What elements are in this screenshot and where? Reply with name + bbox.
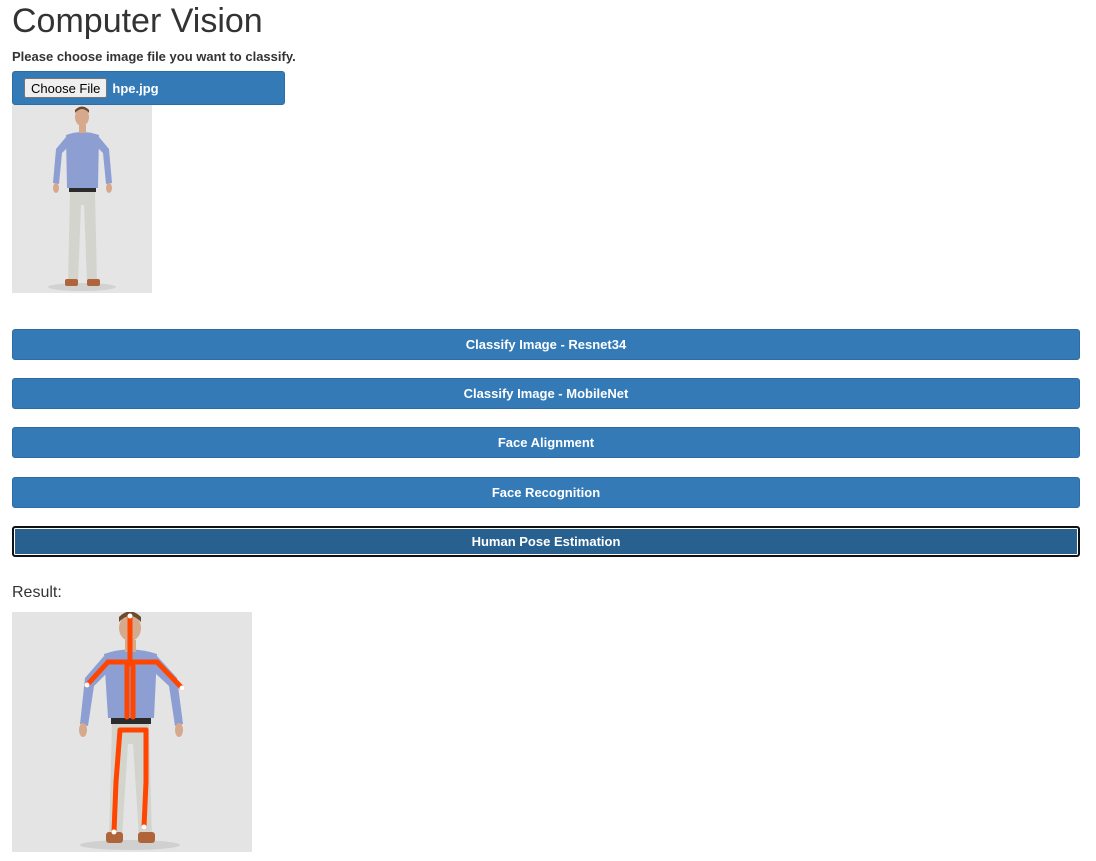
face-alignment-button[interactable]: Face Alignment — [12, 427, 1080, 458]
choose-file-button[interactable]: Choose File — [24, 78, 108, 98]
upload-instruction: Please choose image file you want to cla… — [12, 49, 296, 64]
file-input[interactable]: Choose File hpe.jpg — [12, 71, 285, 105]
page-title: Computer Vision — [12, 2, 263, 40]
result-label: Result: — [12, 584, 62, 601]
result-pose-image — [12, 612, 252, 852]
face-recognition-button[interactable]: Face Recognition — [12, 477, 1080, 508]
human-pose-estimation-button[interactable]: Human Pose Estimation — [12, 526, 1080, 557]
selected-file-name: hpe.jpg — [112, 80, 159, 96]
classify-mobilenet-button[interactable]: Classify Image - MobileNet — [12, 378, 1080, 409]
uploaded-image-preview — [12, 105, 152, 293]
classify-resnet34-button[interactable]: Classify Image - Resnet34 — [12, 329, 1080, 360]
